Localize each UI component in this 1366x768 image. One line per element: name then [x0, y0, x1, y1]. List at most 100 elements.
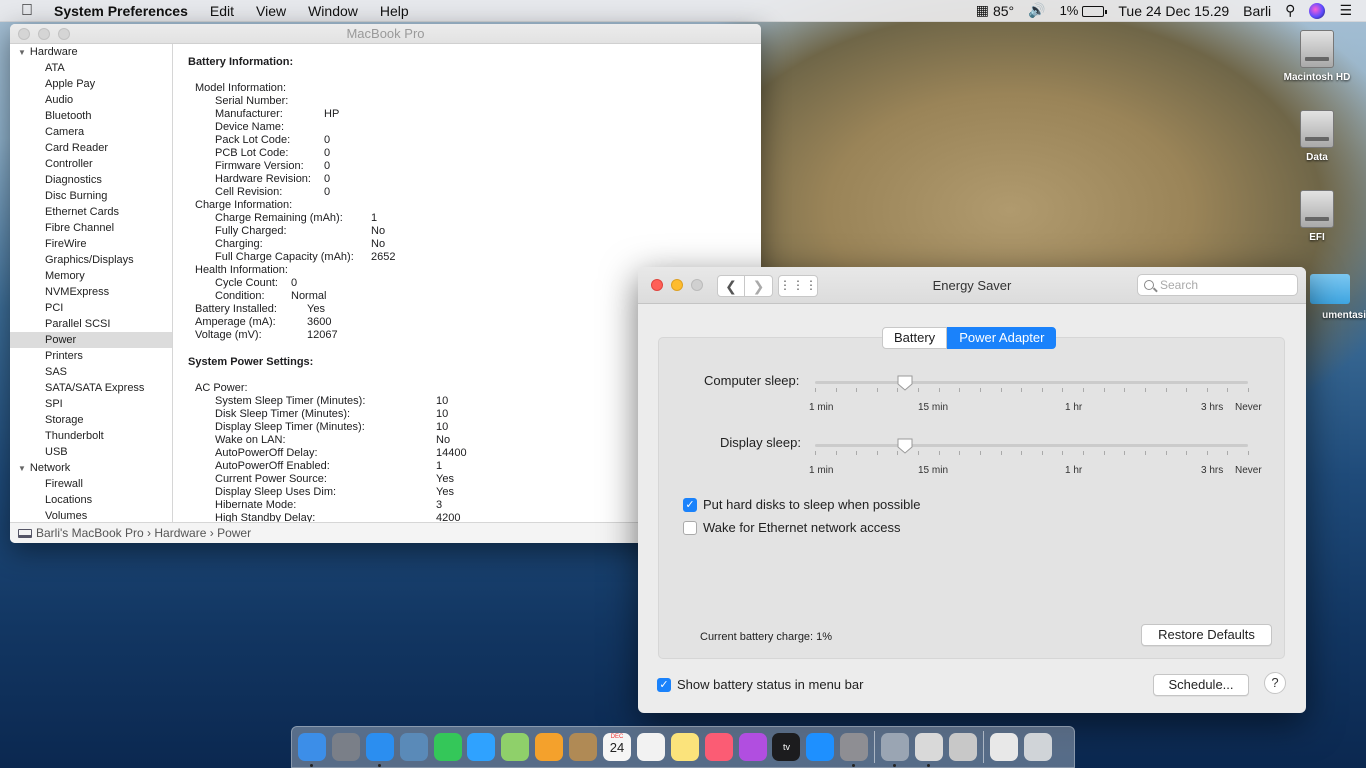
sidebar-item-firewire[interactable]: FireWire: [10, 236, 172, 252]
sidebar-item-bluetooth[interactable]: Bluetooth: [10, 108, 172, 124]
sidebar-item-thunderbolt[interactable]: Thunderbolt: [10, 428, 172, 444]
sidebar-item-ethernet-cards[interactable]: Ethernet Cards: [10, 204, 172, 220]
show-battery-status-checkbox[interactable]: ✓ Show battery status in menu bar: [657, 677, 863, 692]
sidebar-item-camera[interactable]: Camera: [10, 124, 172, 140]
minimize-button[interactable]: [38, 28, 50, 40]
dock-podcasts-icon[interactable]: [738, 733, 767, 761]
dock-launchpad-icon[interactable]: [331, 733, 360, 761]
sidebar-item-parallel-scsi[interactable]: Parallel SCSI: [10, 316, 172, 332]
restore-defaults-button[interactable]: Restore Defaults: [1141, 624, 1272, 646]
tab-battery[interactable]: Battery: [882, 327, 948, 349]
dock-app-store-icon[interactable]: [806, 733, 835, 761]
path-item-power[interactable]: Power: [217, 526, 251, 540]
tab-power-adapter[interactable]: Power Adapter: [947, 327, 1057, 349]
show-all-grid-icon[interactable]: ⋮⋮⋮: [778, 275, 818, 297]
sidebar-item-storage[interactable]: Storage: [10, 412, 172, 428]
checkbox-checked-icon[interactable]: ✓: [683, 497, 697, 512]
sidebar-item-spi[interactable]: SPI: [10, 396, 172, 412]
minimize-button[interactable]: [671, 279, 683, 291]
sidebar-item-firewall[interactable]: Firewall: [10, 476, 172, 492]
zoom-button[interactable]: [58, 28, 70, 40]
dock-tv-icon[interactable]: tv: [772, 733, 801, 761]
close-button[interactable]: [651, 279, 663, 291]
dock-trash-icon[interactable]: [1023, 733, 1052, 761]
battery-percent[interactable]: 1%: [1060, 3, 1079, 18]
sidebar-item-fibre-channel[interactable]: Fibre Channel: [10, 220, 172, 236]
wake-ethernet-checkbox[interactable]: Wake for Ethernet network access: [683, 520, 901, 535]
forward-chevron-icon[interactable]: ❯: [745, 275, 773, 297]
disclosure-triangle-icon[interactable]: ▼: [18, 48, 26, 57]
sidebar-item-memory[interactable]: Memory: [10, 268, 172, 284]
battery-icon[interactable]: [1082, 3, 1108, 19]
dock-photos-icon[interactable]: [535, 733, 564, 761]
sidebar-item-pci[interactable]: PCI: [10, 300, 172, 316]
dock-contacts-icon[interactable]: [569, 733, 598, 761]
dock-music-icon[interactable]: [704, 733, 733, 761]
sidebar-item-disc-burning[interactable]: Disc Burning: [10, 188, 172, 204]
dock-calendar-icon[interactable]: DEC 24: [603, 733, 632, 761]
dock-reminders-icon[interactable]: [636, 733, 665, 761]
sidebar-item-nvmexpress[interactable]: NVMExpress: [10, 284, 172, 300]
sidebar-item-sas[interactable]: SAS: [10, 364, 172, 380]
dock-kext-utility-icon[interactable]: [948, 733, 977, 761]
hard-disks-sleep-checkbox[interactable]: ✓ Put hard disks to sleep when possible: [683, 497, 921, 512]
user-name[interactable]: Barli: [1243, 3, 1271, 19]
volume-icon[interactable]: 🔊: [1028, 2, 1045, 19]
sidebar-item-printers[interactable]: Printers: [10, 348, 172, 364]
path-item-hardware[interactable]: Hardware: [154, 526, 206, 540]
computer-sleep-slider-track[interactable]: [815, 381, 1248, 384]
display-sleep-slider-track[interactable]: [815, 444, 1248, 447]
siri-icon[interactable]: [1309, 2, 1326, 20]
dock-maps-icon[interactable]: [501, 733, 530, 761]
spotlight-search-icon[interactable]: ⚲: [1285, 2, 1295, 19]
sidebar-item-card-reader[interactable]: Card Reader: [10, 140, 172, 156]
sidebar-item-sata-sata-express[interactable]: SATA/SATA Express: [10, 380, 172, 396]
sidebar-item-graphics-displays[interactable]: Graphics/Displays: [10, 252, 172, 268]
sidebar-item-ata[interactable]: ATA: [10, 60, 172, 76]
menu-app-name[interactable]: System Preferences: [54, 3, 188, 19]
sidebar-item-volumes[interactable]: Volumes: [10, 508, 172, 522]
dock-utilities-icon[interactable]: [881, 733, 910, 767]
dock-facetime-icon[interactable]: [433, 733, 462, 761]
search-field[interactable]: Search: [1137, 274, 1298, 296]
dock-messages-icon[interactable]: [467, 733, 496, 761]
dock-documents-icon[interactable]: [989, 733, 1018, 761]
help-button[interactable]: ?: [1264, 672, 1286, 694]
sidebar-item-usb[interactable]: USB: [10, 444, 172, 460]
back-chevron-icon[interactable]: ❮: [717, 275, 745, 297]
desktop-icon-efi[interactable]: EFI: [1277, 190, 1357, 243]
sidebar-group-network[interactable]: ▼ Network: [10, 460, 172, 476]
desktop-icon-data[interactable]: Data: [1277, 110, 1357, 163]
sidebar-group-hardware[interactable]: ▼ Hardware: [10, 44, 172, 60]
dock-preview-icon[interactable]: [399, 733, 428, 761]
menu-window[interactable]: Window: [308, 3, 358, 19]
sidebar-item-audio[interactable]: Audio: [10, 92, 172, 108]
dock-finder-icon[interactable]: [298, 733, 326, 767]
sidebar-item-controller[interactable]: Controller: [10, 156, 172, 172]
apple-menu-icon[interactable]: : [0, 2, 54, 20]
schedule-button[interactable]: Schedule...: [1153, 674, 1249, 696]
menu-view[interactable]: View: [256, 3, 286, 19]
clock[interactable]: Tue 24 Dec 15.29: [1118, 3, 1229, 19]
sidebar-item-diagnostics[interactable]: Diagnostics: [10, 172, 172, 188]
dock-notes-icon[interactable]: [670, 733, 699, 761]
sidebar-item-locations[interactable]: Locations: [10, 492, 172, 508]
desktop-icon-macintosh-hd[interactable]: Macintosh HD: [1277, 30, 1357, 83]
menu-help[interactable]: Help: [380, 3, 409, 19]
dock-script-editor-icon[interactable]: [915, 733, 944, 767]
checkbox-checked-icon[interactable]: ✓: [657, 677, 671, 692]
path-item-computer[interactable]: Barli's MacBook Pro: [36, 526, 144, 540]
menu-edit[interactable]: Edit: [210, 3, 234, 19]
dock-system-preferences-icon[interactable]: [840, 733, 869, 767]
checkbox-unchecked-icon[interactable]: [683, 520, 697, 535]
temperature-readout[interactable]: 85°: [993, 3, 1014, 19]
sidebar-item-power[interactable]: Power: [10, 332, 172, 348]
display-sleep-slider-thumb[interactable]: [896, 437, 914, 455]
zoom-button[interactable]: [691, 279, 703, 291]
notification-center-icon[interactable]: ☰: [1339, 2, 1352, 19]
disclosure-triangle-icon[interactable]: ▼: [18, 464, 26, 473]
activity-monitor-icon[interactable]: ▦: [976, 2, 989, 19]
dock-safari-icon[interactable]: [365, 733, 394, 767]
sidebar-item-apple-pay[interactable]: Apple Pay: [10, 76, 172, 92]
computer-sleep-slider-thumb[interactable]: [896, 374, 914, 392]
